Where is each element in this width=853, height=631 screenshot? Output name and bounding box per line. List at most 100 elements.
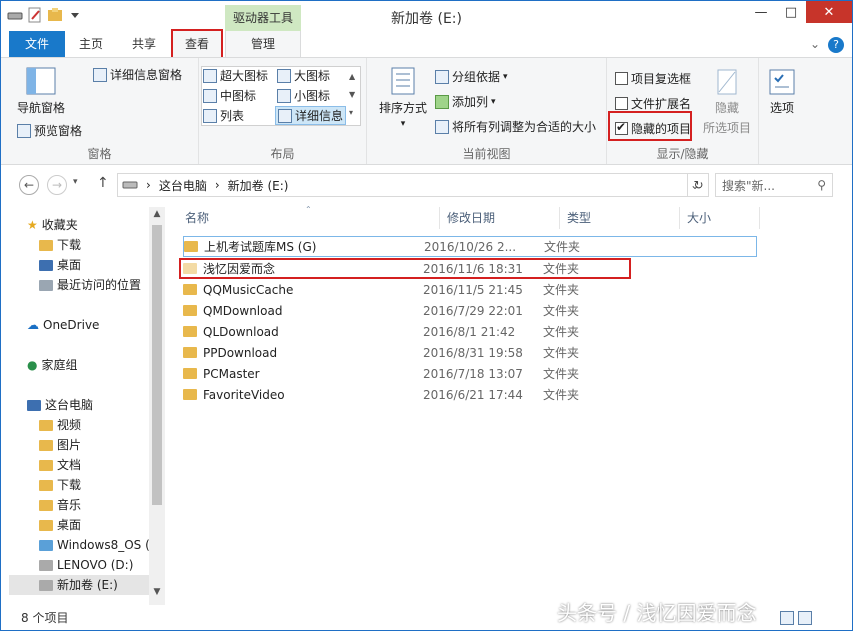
list-icon	[203, 108, 217, 123]
nav-desktop-pc-label: 桌面	[57, 518, 82, 532]
tab-home[interactable]: 主页	[71, 31, 111, 57]
search-box[interactable]: 搜索"新... ⚲	[715, 173, 833, 197]
videos-folder-icon	[39, 419, 53, 431]
nav-pane-button[interactable]: 导航窗格	[13, 66, 69, 116]
layout-group: 超大图标 大图标 中图标 小图标 列表 详细信息 ▲ ▼ ▾ 布局	[199, 58, 367, 164]
nav-favorites-label: 收藏夹	[41, 218, 78, 232]
size-all-columns-button[interactable]: 将所有列调整为合适的大小	[435, 118, 596, 135]
nav-homegroup[interactable]: ● 家庭组	[27, 355, 78, 375]
nav-videos[interactable]: 视频	[39, 415, 81, 435]
file-date: 2016/7/18 13:07	[423, 366, 523, 381]
small-icons-icon	[277, 88, 291, 103]
large-label: 大图标	[294, 69, 331, 83]
item-checkboxes-toggle[interactable]: 项目复选框	[615, 70, 691, 87]
nav-documents[interactable]: 文档	[39, 455, 81, 475]
panes-group: 导航窗格 预览窗格 详细信息窗格 窗格	[1, 58, 199, 164]
layout-details[interactable]: 详细信息	[275, 106, 347, 125]
back-button[interactable]: ←	[19, 175, 39, 195]
nav-recent[interactable]: 最近访问的位置	[39, 275, 141, 295]
address-bar-row: ← → ▾ ↑ › 这台电脑 › 新加卷 (E:) ⌄ ↻ 搜索"新... ⚲	[1, 165, 852, 205]
column-divider[interactable]	[679, 207, 680, 229]
small-label: 小图标	[294, 89, 331, 103]
nav-lenovo-drive[interactable]: LENOVO (D:)	[39, 555, 133, 575]
column-type[interactable]: 类型	[567, 207, 591, 229]
nav-music[interactable]: 音乐	[39, 495, 81, 515]
path-new-volume[interactable]: 新加卷 (E:)	[228, 177, 289, 194]
nav-downloads[interactable]: 下载	[39, 235, 81, 255]
table-row[interactable]: QMDownload 2016/7/29 22:01 文件夹	[183, 300, 757, 321]
tab-file[interactable]: 文件	[9, 31, 65, 57]
nav-new-volume[interactable]: 新加卷 (E:)	[9, 575, 149, 595]
column-divider[interactable]	[559, 207, 560, 229]
history-dropdown-icon[interactable]: ▾	[73, 177, 78, 187]
folder-icon	[183, 305, 197, 316]
file-extensions-checkbox[interactable]	[615, 97, 628, 110]
table-row[interactable]: FavoriteVideo 2016/6/21 17:44 文件夹	[183, 384, 757, 405]
group-by-button[interactable]: 分组依据 ▾	[435, 68, 508, 85]
nav-windows-drive[interactable]: Windows8_OS (	[39, 535, 150, 555]
add-column-icon	[435, 94, 449, 109]
preview-pane-button[interactable]: 预览窗格	[17, 122, 82, 139]
add-column-button[interactable]: 添加列 ▾	[435, 93, 496, 110]
maximize-button[interactable]: □	[776, 1, 806, 23]
file-name: FavoriteVideo	[203, 387, 285, 402]
layout-list[interactable]: 列表	[203, 107, 244, 124]
file-extensions-toggle[interactable]: 文件扩展名	[615, 95, 691, 112]
close-button[interactable]: ✕	[806, 1, 852, 23]
table-row[interactable]: QQMusicCache 2016/11/5 21:45 文件夹	[183, 279, 757, 300]
tab-view[interactable]: 查看	[171, 29, 223, 57]
nav-favorites[interactable]: ★ 收藏夹	[27, 215, 78, 235]
tab-share[interactable]: 共享	[123, 31, 165, 57]
sort-by-button[interactable]: 排序方式 ▾	[379, 66, 427, 129]
current-view-group: 排序方式 ▾ 分组依据 ▾ 添加列 ▾ 将所有列调整为合适的大小 当前视图	[367, 58, 607, 164]
nav-homegroup-label: 家庭组	[41, 358, 78, 372]
layout-extra-large[interactable]: 超大图标	[203, 67, 268, 84]
tab-manage[interactable]: 管理	[225, 31, 301, 57]
help-button[interactable]: ?	[828, 37, 844, 53]
address-field[interactable]: › 这台电脑 › 新加卷 (E:) ⌄	[117, 173, 709, 197]
large-icons-view-icon[interactable]	[798, 610, 812, 625]
item-checkboxes-checkbox[interactable]	[615, 72, 628, 85]
list-label: 列表	[220, 109, 245, 123]
table-row[interactable]: QLDownload 2016/8/1 21:42 文件夹	[183, 321, 757, 342]
table-row[interactable]: 上机考试题库MS (G) 2016/10/26 2... 文件夹	[183, 236, 757, 257]
column-divider[interactable]	[759, 207, 760, 229]
folder-icon	[183, 347, 197, 358]
desktop-folder-icon	[39, 519, 53, 531]
path-this-pc[interactable]: 这台电脑	[159, 177, 207, 194]
expand-ribbon-button[interactable]: ⌄	[810, 37, 820, 53]
nav-scroll-thumb[interactable]	[152, 225, 162, 505]
details-pane-button[interactable]: 详细信息窗格	[93, 66, 182, 83]
current-view-group-title: 当前视图	[462, 147, 511, 161]
table-row[interactable]: PCMaster 2016/7/18 13:07 文件夹	[183, 363, 757, 384]
gallery-scroll[interactable]: ▲ ▼ ▾	[349, 68, 355, 122]
nav-onedrive[interactable]: ☁ OneDrive	[27, 315, 99, 335]
nav-music-label: 音乐	[57, 498, 82, 512]
table-row[interactable]: PPDownload 2016/8/31 19:58 文件夹	[183, 342, 757, 363]
minimize-button[interactable]: —	[746, 1, 776, 23]
column-divider[interactable]	[439, 207, 440, 229]
hide-selected-button[interactable]: 隐藏 所选项目	[703, 68, 751, 136]
sort-icon	[391, 67, 415, 95]
column-size[interactable]: 大小	[687, 207, 711, 229]
layout-small[interactable]: 小图标	[277, 87, 330, 104]
scroll-down-arrow[interactable]: ▼	[149, 587, 165, 597]
nav-lenovo-drive-label: LENOVO (D:)	[57, 558, 134, 572]
column-date[interactable]: 修改日期	[447, 207, 495, 229]
scroll-up-arrow[interactable]: ▲	[149, 209, 165, 219]
file-type: 文件夹	[543, 388, 580, 402]
forward-button[interactable]: →	[47, 175, 67, 195]
nav-downloads-pc[interactable]: 下载	[39, 475, 81, 495]
layout-medium[interactable]: 中图标	[203, 87, 256, 104]
nav-pictures[interactable]: 图片	[39, 435, 81, 455]
window-controls: — □ ✕	[746, 1, 852, 23]
options-button[interactable]: 选项	[767, 68, 797, 116]
refresh-button[interactable]: ↻	[687, 173, 709, 197]
up-button[interactable]: ↑	[97, 175, 109, 191]
layout-large[interactable]: 大图标	[277, 67, 330, 84]
nav-this-pc[interactable]: 这台电脑	[27, 395, 93, 415]
nav-desktop-pc[interactable]: 桌面	[39, 515, 81, 535]
nav-desktop[interactable]: 桌面	[39, 255, 81, 275]
details-view-icon[interactable]	[780, 610, 794, 625]
column-name[interactable]: 名称	[185, 207, 209, 229]
